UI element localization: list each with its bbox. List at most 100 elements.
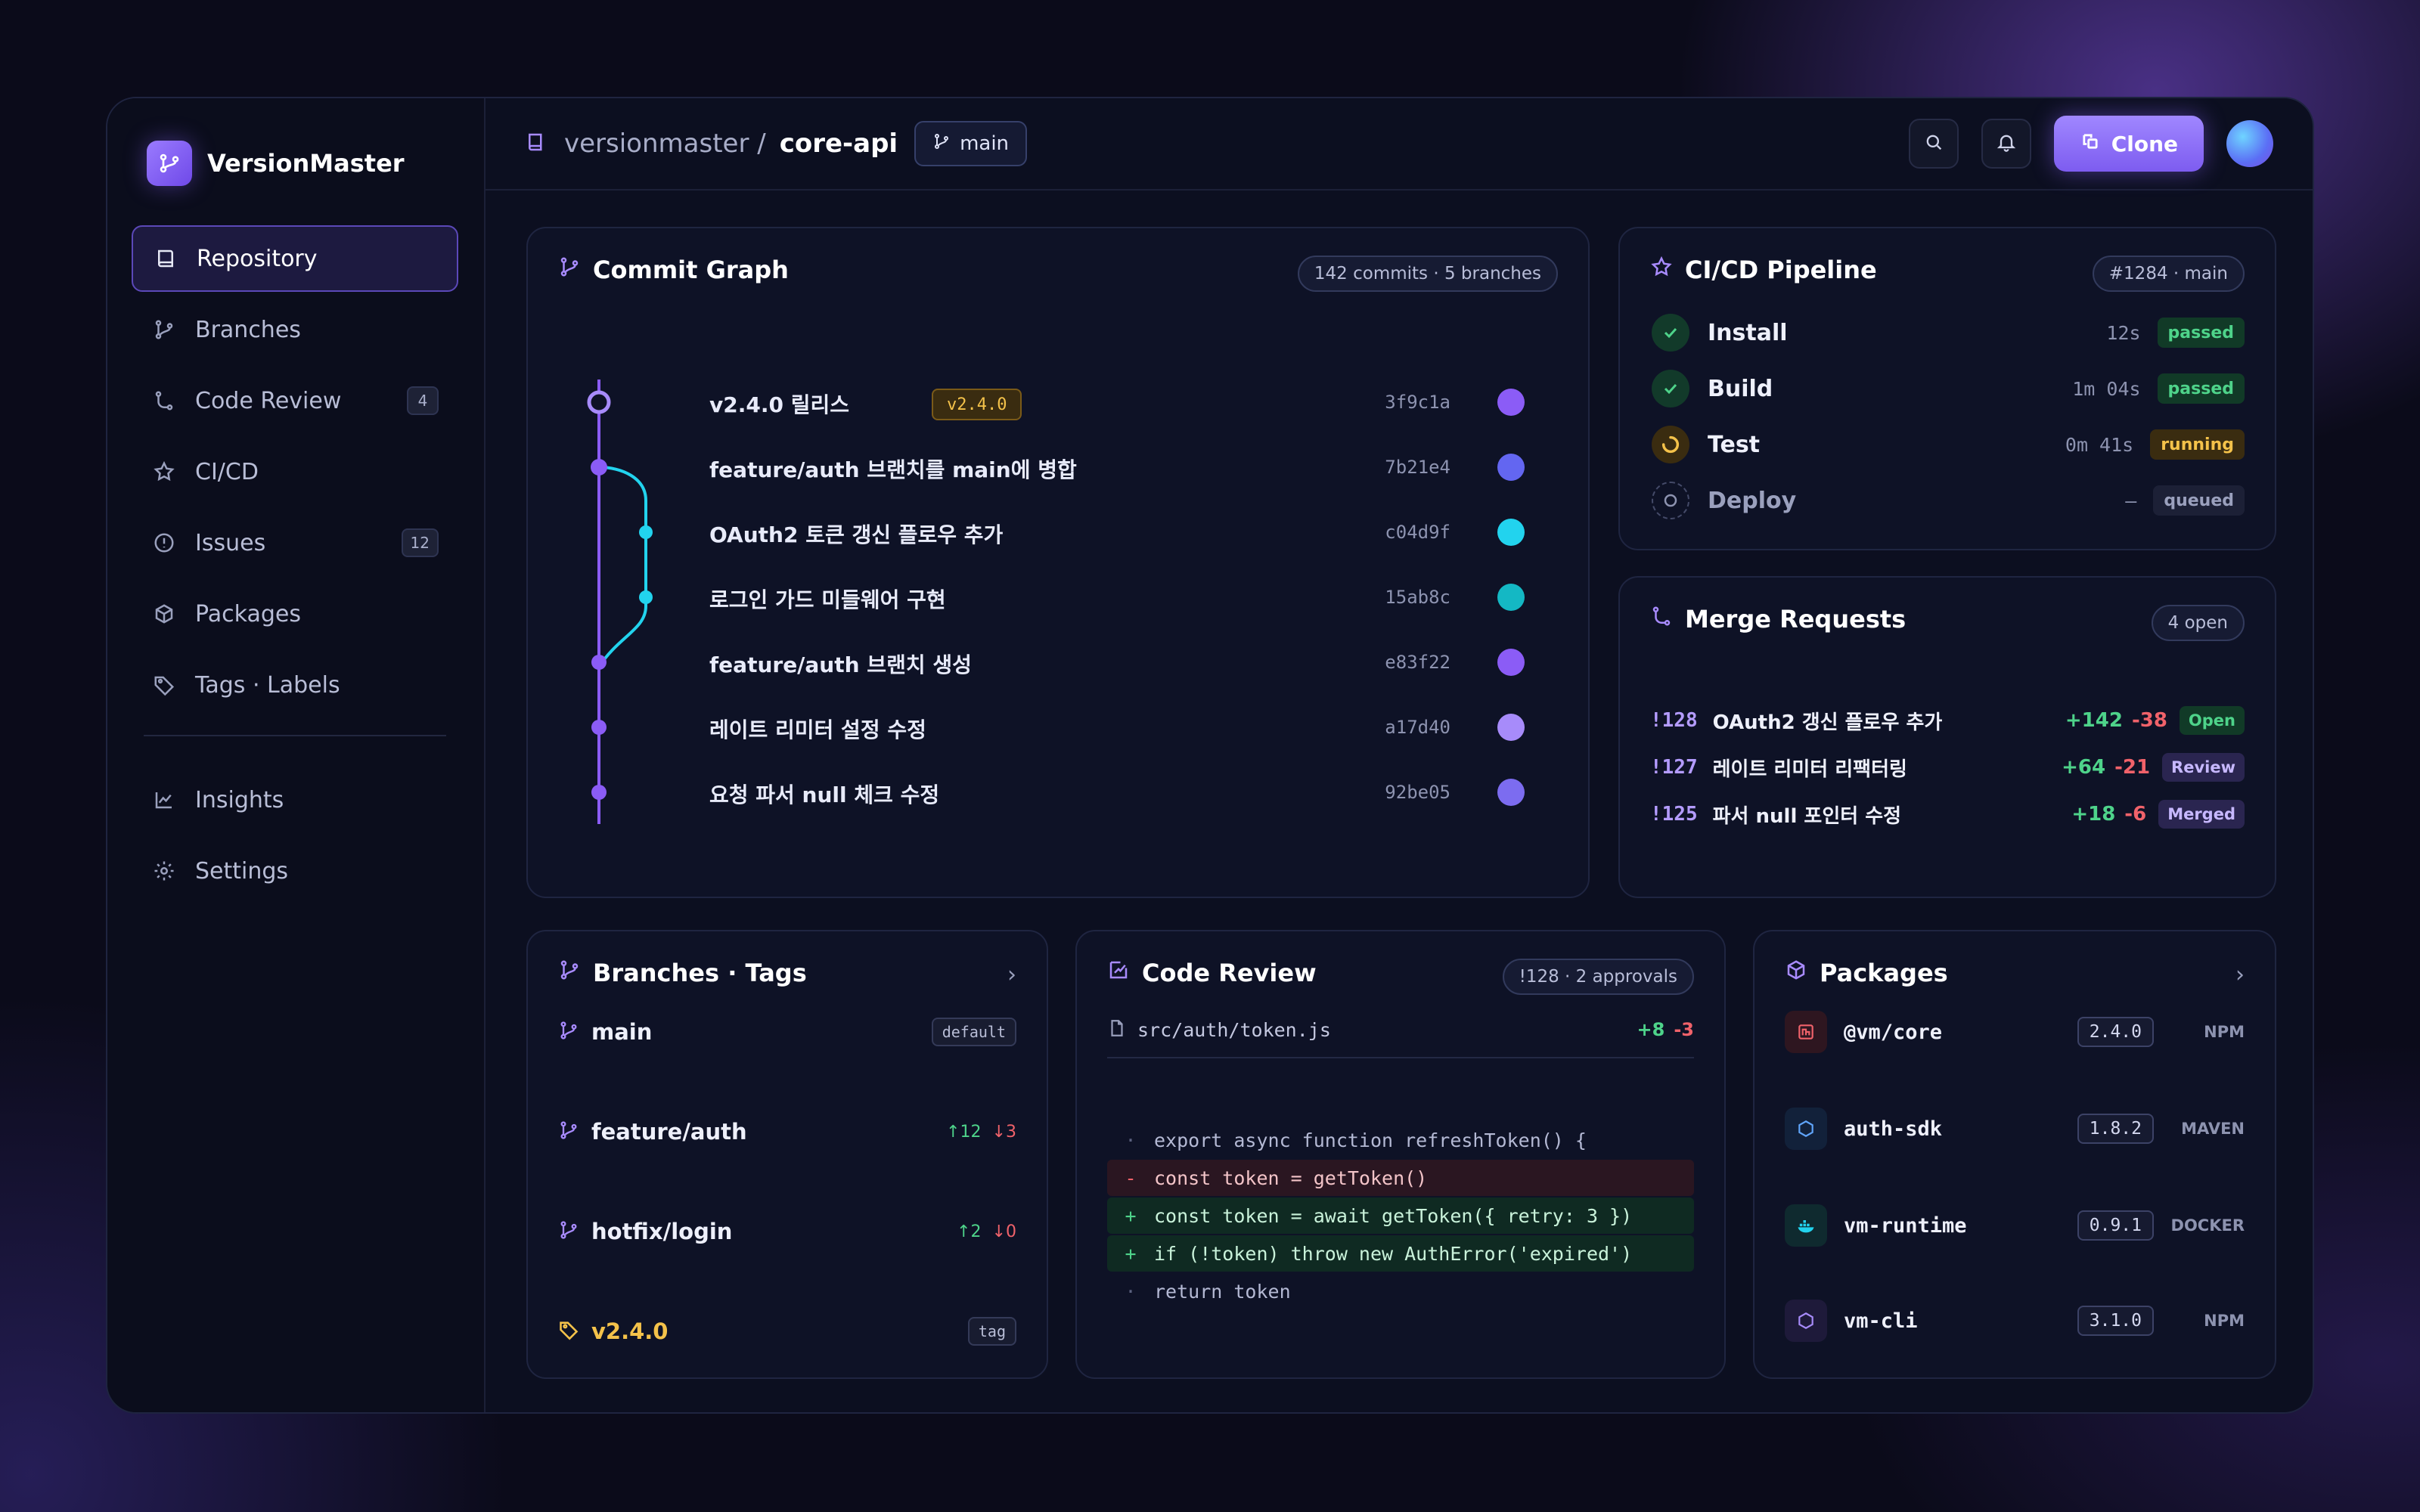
commit-row[interactable]: OAuth2 토큰 갱신 플로우 추가 c04d9f — [528, 511, 1588, 553]
branch-selector[interactable]: main — [914, 121, 1028, 166]
package-row[interactable]: vm-cli 3.1.0 NPM — [1785, 1297, 2245, 1344]
app-window: VersionMaster Repository Branches Code R… — [106, 97, 2314, 1414]
pipeline-step[interactable]: Build 1m 04s passed — [1652, 366, 2245, 411]
sidebar-item-tags-labels[interactable]: Tags · Labels — [132, 652, 458, 718]
sidebar-item-cicd[interactable]: CI/CD — [132, 438, 458, 505]
mr-additions: +18 — [2071, 803, 2116, 826]
open-count-badge: 4 open — [2151, 605, 2245, 641]
pending-icon — [1652, 482, 1689, 519]
author-avatar — [1497, 779, 1525, 806]
merge-request-row[interactable]: !128 OAuth2 갱신 플로우 추가 +142 -38 Open — [1650, 702, 2245, 739]
status-badge: Merged — [2158, 800, 2245, 829]
breadcrumb-repo[interactable]: core-api — [780, 129, 898, 159]
clone-button[interactable]: Clone — [2053, 116, 2204, 172]
card-title: Branches · Tags — [593, 959, 807, 987]
branch-icon — [932, 132, 951, 156]
package-name: vm-runtime — [1844, 1213, 1967, 1238]
pull-request-icon — [151, 388, 177, 414]
sidebar-item-insights[interactable]: Insights — [132, 767, 458, 833]
package-type: NPM — [2204, 1023, 2245, 1041]
tag-badge: tag — [967, 1317, 1016, 1346]
sidebar-item-label: Branches — [195, 316, 301, 343]
branch-icon — [558, 1219, 579, 1244]
branch-row[interactable]: main default — [558, 1012, 1016, 1052]
diff-file-header[interactable]: src/auth/token.js +8 -3 — [1107, 1013, 1694, 1058]
package-name: @vm/core — [1844, 1020, 1943, 1044]
breadcrumb-org[interactable]: versionmaster / — [564, 129, 766, 159]
diff-code: if (!token) throw new AuthError('expired… — [1154, 1242, 1633, 1265]
mr-id: !125 — [1650, 803, 1698, 826]
merge-requests-card: Merge Requests 4 open !128 OAuth2 갱신 플로우… — [1618, 576, 2276, 898]
package-row[interactable]: vm-runtime 0.9.1 DOCKER — [1785, 1202, 2245, 1249]
pipeline-step[interactable]: Test 0m 41s running — [1652, 422, 2245, 467]
mr-id: !128 — [1650, 709, 1698, 732]
pipeline-step[interactable]: Install 12s passed — [1652, 310, 2245, 355]
release-tag: v2.4.0 — [932, 389, 1022, 420]
branch-row[interactable]: feature/auth ↑12 ↓3 — [558, 1111, 1016, 1152]
commit-message: v2.4.0 릴리스 — [709, 392, 850, 417]
package-icon — [1785, 959, 1807, 987]
commit-row[interactable]: v2.4.0 릴리스 v2.4.0 3f9c1a — [528, 381, 1588, 423]
commit-message: OAuth2 토큰 갱신 플로우 추가 — [709, 522, 1004, 547]
sidebar-item-label: CI/CD — [195, 458, 259, 485]
package-type: MAVEN — [2181, 1120, 2245, 1138]
commit-message: 로그인 가드 미들웨어 구현 — [709, 587, 946, 612]
topbar-actions: Clone — [1908, 116, 2273, 172]
sidebar-item-repository[interactable]: Repository — [132, 225, 458, 292]
gear-icon — [151, 858, 177, 884]
step-name: Test — [1708, 431, 1761, 458]
package-row[interactable]: auth-sdk 1.8.2 MAVEN — [1785, 1105, 2245, 1152]
commit-message: 레이트 리미터 설정 수정 — [709, 717, 926, 742]
chevron-right-icon[interactable]: › — [1007, 962, 1016, 988]
tag-row[interactable]: v2.4.0 tag — [558, 1311, 1016, 1352]
commit-message: feature/auth 브랜치를 main에 병합 — [709, 457, 1077, 482]
commit-row[interactable]: feature/auth 브랜치를 main에 병합 7b21e4 — [528, 446, 1588, 488]
behind-count: ↓3 — [991, 1122, 1016, 1142]
merge-request-row[interactable]: !125 파서 null 포인터 수정 +18 -6 Merged — [1650, 795, 2245, 833]
commit-hash: 3f9c1a — [1385, 392, 1450, 413]
sidebar-divider — [144, 735, 446, 736]
package-type: NPM — [2204, 1312, 2245, 1330]
card-header: Branches · Tags — [558, 959, 807, 987]
notifications-button[interactable] — [1981, 119, 2031, 169]
card-title: Merge Requests — [1685, 605, 1907, 634]
pipeline-step[interactable]: Deploy — queued — [1652, 478, 2245, 523]
repository-icon — [525, 131, 548, 156]
branch-name: feature/auth — [591, 1119, 747, 1145]
sidebar-item-code-review[interactable]: Code Review 4 — [132, 367, 458, 434]
pipeline-run-badge: #1284 · main — [2092, 256, 2245, 292]
commit-row[interactable]: feature/auth 브랜치 생성 e83f22 — [528, 641, 1588, 683]
branch-logo-icon — [147, 141, 192, 186]
branch-row[interactable]: hotfix/login ↑2 ↓0 — [558, 1211, 1016, 1252]
merge-request-row[interactable]: !127 레이트 리미터 리팩터링 +64 -21 Review — [1650, 748, 2245, 786]
chevron-right-icon[interactable]: › — [2235, 962, 2245, 988]
search-icon — [1923, 132, 1944, 156]
search-button[interactable] — [1908, 119, 1959, 169]
commit-message: 요청 파서 null 체크 수정 — [709, 782, 940, 807]
avatar[interactable] — [2226, 120, 2273, 167]
package-version: 0.9.1 — [2077, 1210, 2154, 1241]
commit-row[interactable]: 로그인 가드 미들웨어 구현 15ab8c — [528, 576, 1588, 618]
commit-row[interactable]: 레이트 리미터 설정 수정 a17d40 — [528, 706, 1588, 748]
card-header: Packages — [1785, 959, 1948, 987]
package-row[interactable]: @vm/core 2.4.0 NPM — [1785, 1009, 2245, 1055]
card-title: CI/CD Pipeline — [1685, 256, 1877, 284]
status-badge: passed — [2157, 318, 2245, 348]
sidebar-item-issues[interactable]: Issues 12 — [132, 510, 458, 576]
sidebar-item-settings[interactable]: Settings — [132, 838, 458, 904]
status-badge: passed — [2157, 373, 2245, 404]
sidebar-item-packages[interactable]: Packages — [132, 581, 458, 647]
author-avatar — [1497, 714, 1525, 741]
file-path: src/auth/token.js — [1137, 1018, 1331, 1041]
status-badge: Review — [2162, 753, 2245, 782]
mr-deletions: -21 — [2114, 756, 2151, 779]
repository-icon — [153, 246, 178, 271]
commit-row[interactable]: 요청 파서 null 체크 수정 92be05 — [528, 771, 1588, 813]
sidebar-item-branches[interactable]: Branches — [132, 296, 458, 363]
branches-card: Branches · Tags › main default feature/a… — [526, 930, 1048, 1379]
package-version: 2.4.0 — [2077, 1017, 2154, 1047]
branch-icon — [558, 959, 581, 987]
mr-additions: +142 — [2065, 709, 2123, 732]
hexagon-icon — [1785, 1108, 1827, 1150]
file-additions: +8 — [1637, 1019, 1665, 1040]
